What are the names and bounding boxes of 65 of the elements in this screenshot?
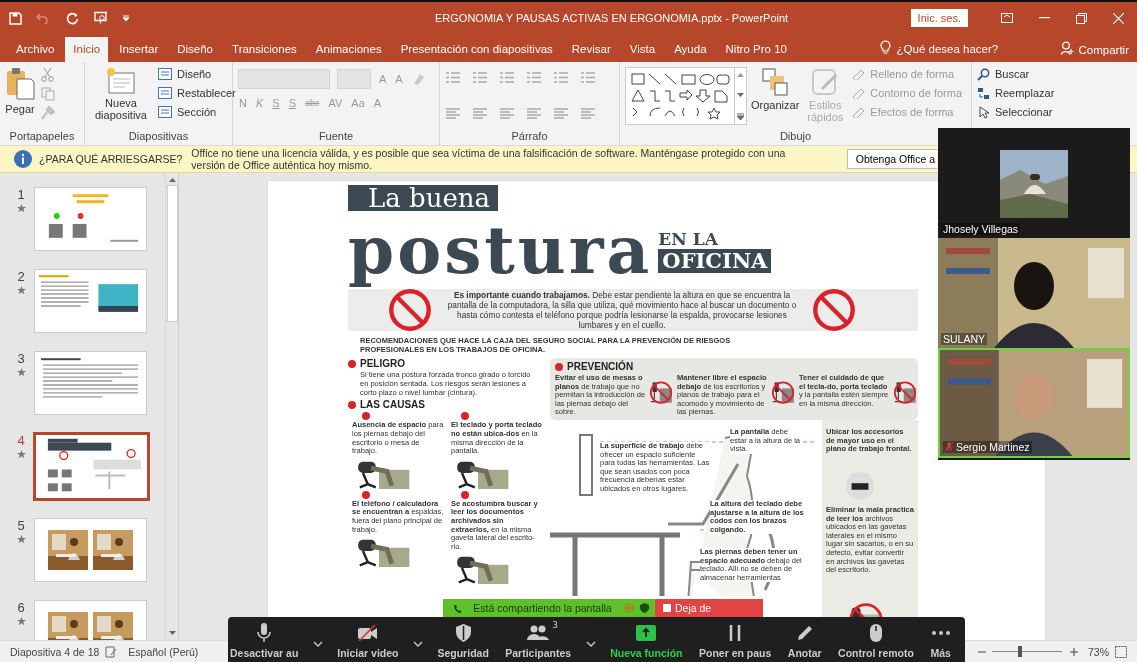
- ribbon-tab[interactable]: Diseño: [169, 37, 222, 62]
- ribbon-tab[interactable]: Archivo: [8, 37, 63, 62]
- slide-number: 6: [17, 600, 25, 615]
- video-tile[interactable]: Sergio Martinez: [938, 348, 1130, 458]
- tell-me-field[interactable]: ¿Qué desea hacer?: [890, 43, 999, 62]
- slide-command-button[interactable]: Diseño: [176, 67, 213, 81]
- participant-name: Sergio Martinez: [956, 441, 1030, 453]
- warning-message: Office no tiene una licencia válida, y es posible que sea víctima de una falsificación de software. Manténgase protegido con una versión de Office auténtica hoy mismo.: [191, 147, 787, 171]
- ribbon-tab[interactable]: Transiciones: [224, 37, 305, 62]
- sharing-status: Está compartiendo la pantalla: [472, 602, 613, 614]
- group-label: Dibujo: [778, 130, 813, 144]
- ribbon-tab[interactable]: Presentación con diapositivas: [392, 37, 561, 62]
- slide-number: 2: [17, 269, 25, 284]
- slide-number: 3: [17, 351, 25, 366]
- ribbon-tab[interactable]: Inicio: [65, 37, 109, 62]
- ribbon-tab[interactable]: Nitro Pro 10: [717, 37, 795, 62]
- slide-number: 1: [17, 187, 25, 202]
- section-heading: PREVENCIÓN: [567, 361, 634, 372]
- slide-command-button[interactable]: Sección: [176, 105, 218, 119]
- slide-number: 5: [17, 518, 25, 533]
- toolbar-button[interactable]: Nueva función: [608, 647, 685, 659]
- section-heading: PELIGRO: [360, 358, 405, 369]
- video-tile[interactable]: Jhosely Villegas: [938, 128, 1130, 238]
- toolbar-button[interactable]: Poner en paus: [696, 647, 774, 659]
- title-text: La buena: [348, 185, 499, 211]
- ribbon-tab[interactable]: Ayuda: [666, 37, 715, 62]
- language-indicator[interactable]: Español (Perú): [128, 645, 199, 658]
- new-slide-button[interactable]: Nueva diapositiva: [90, 97, 152, 121]
- slide-number: 4: [17, 433, 25, 448]
- intro-text: Es importante cuando trabajamos. Debe estar pendiente la altura en que se encuentra la pantalla de la computadora, la silla que utiliza, qué movimiento hace al buscar un documento o hasta cómo contesta el teléfono porque podría lesionarse la espalda, provocarse lesiones lumbares y en el cuello.: [447, 290, 798, 330]
- editing-button[interactable]: Reemplazar: [994, 86, 1056, 100]
- participant-count: 3: [552, 620, 558, 630]
- ribbon-tab[interactable]: Vista: [621, 37, 664, 62]
- editing-button[interactable]: Buscar: [994, 67, 1031, 81]
- arrange-button[interactable]: Organizar: [751, 99, 800, 111]
- toolbar-button[interactable]: Participantes: [503, 647, 574, 659]
- toolbar-button[interactable]: Iniciar video: [335, 647, 401, 659]
- ribbon-tab[interactable]: Insertar: [111, 37, 167, 62]
- slide-position: Diapositiva 4 de 18: [10, 645, 100, 658]
- toolbar-button[interactable]: Más: [928, 647, 953, 659]
- toolbar-button[interactable]: Desactivar au: [228, 647, 301, 659]
- title-text: EN LA: [658, 230, 719, 249]
- group-label: Portapapeles: [8, 130, 76, 144]
- video-tile[interactable]: SULANY: [938, 238, 1130, 348]
- share-button[interactable]: Compartir: [1074, 44, 1137, 62]
- ribbon-tab[interactable]: Revisar: [563, 37, 619, 62]
- toolbar-button[interactable]: Seguridad: [435, 647, 491, 659]
- section-heading: LAS CAUSAS: [360, 399, 425, 411]
- paste-button[interactable]: Pegar: [5, 103, 35, 115]
- slide-command-button[interactable]: Restablecer: [176, 86, 237, 100]
- group-label: Párrafo: [510, 130, 549, 144]
- zoom-level[interactable]: 73%: [1088, 645, 1109, 658]
- get-office-button[interactable]: Obtenga Office a: [846, 149, 937, 169]
- participant-name: Jhosely Villegas: [943, 223, 1019, 235]
- warning-title: ¿PARA QUÉ ARRIESGARSE?: [39, 153, 183, 165]
- title-text: OFICINA: [658, 249, 772, 273]
- group-label: Diapositivas: [127, 130, 190, 144]
- participant-name: SULANY: [943, 333, 985, 345]
- ribbon-tab[interactable]: Animaciones: [307, 37, 390, 62]
- sign-in-button[interactable]: Inic. ses.: [910, 9, 968, 27]
- toolbar-button[interactable]: Anotar: [785, 647, 824, 659]
- toolbar-button[interactable]: Control remoto: [836, 647, 916, 659]
- window-title: ERGONOMIA Y PAUSAS ACTIVAS EN ERGONOMIA.pptx - PowerPoint: [434, 12, 790, 24]
- group-label: Fuente: [317, 130, 355, 144]
- editing-button[interactable]: Seleccionar: [994, 105, 1054, 119]
